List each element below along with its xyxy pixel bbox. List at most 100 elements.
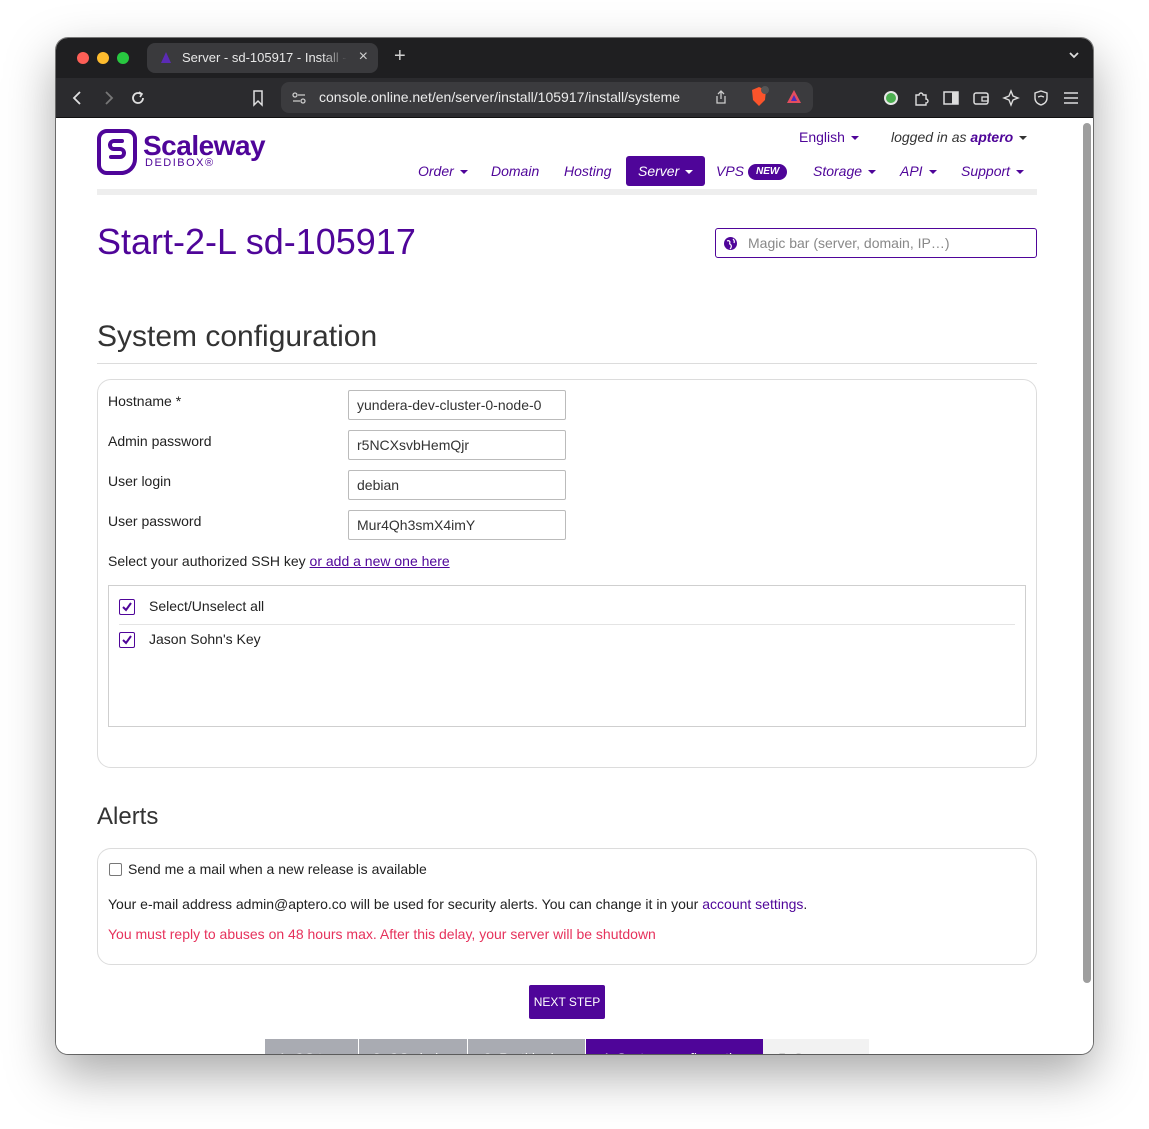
security-email-suffix: . <box>803 896 808 912</box>
new-tab-button[interactable]: + <box>394 45 406 68</box>
nav-support[interactable]: Support <box>961 156 1025 186</box>
share-icon[interactable] <box>713 89 729 105</box>
alerts-panel: Send me a mail when a new release is ava… <box>97 848 1037 965</box>
user-password-label: User password <box>108 513 202 529</box>
menu-icon[interactable] <box>1061 88 1081 108</box>
back-icon[interactable] <box>68 88 88 108</box>
language-label: English <box>799 129 845 145</box>
nav-server[interactable]: Server <box>626 156 706 186</box>
scrollbar[interactable] <box>1083 123 1091 983</box>
browser-toolbar: console.online.net/en/server/install/105… <box>56 78 1093 118</box>
chevron-down-icon[interactable] <box>1067 48 1081 62</box>
nav-order[interactable]: Order <box>418 156 468 186</box>
ssh-key-name: Jason Sohn's Key <box>149 631 261 647</box>
caret-down-icon <box>459 170 468 175</box>
ssh-key-list: Select/Unselect all Jason Sohn's Key <box>108 585 1026 727</box>
browser-window: Server - sd-105917 - Install - Online.ne… <box>56 38 1093 1054</box>
section-divider <box>97 363 1037 364</box>
ssh-key-text: Select your authorized SSH key <box>108 553 306 569</box>
favicon-icon <box>161 52 171 63</box>
minimize-window-button[interactable] <box>97 52 109 64</box>
admin-password-label: Admin password <box>108 433 212 449</box>
tab-close-icon[interactable]: × <box>359 48 368 66</box>
step-partitioning[interactable]: 3. Partitioning <box>468 1039 585 1054</box>
account-settings-link[interactable]: account settings <box>702 896 803 912</box>
tab-title: Server - sd-105917 - Install - Online.ne… <box>182 50 347 65</box>
add-ssh-key-link[interactable]: or add a new one here <box>310 553 450 569</box>
next-step-button[interactable]: NEXT STEP <box>529 985 605 1019</box>
extension-green-icon[interactable] <box>881 88 901 108</box>
abuse-warning: You must reply to abuses on 48 hours max… <box>108 926 656 942</box>
new-badge: NEW <box>748 164 788 181</box>
key-list-divider <box>119 624 1015 625</box>
page-content: Scaleway DEDIBOX® English logged in as a… <box>56 119 1093 1054</box>
magic-bar-input[interactable]: Magic bar (server, domain, IP…) <box>715 228 1037 258</box>
brave-shields-icon[interactable] <box>749 86 769 108</box>
step-os-choice[interactable]: 2. OS choice <box>359 1039 467 1054</box>
checkmark-icon <box>122 635 132 645</box>
account-menu[interactable]: logged in as aptero <box>891 129 1028 145</box>
sidebar-icon[interactable] <box>941 88 961 108</box>
caret-down-icon <box>1016 170 1025 175</box>
logo-subtitle: DEDIBOX® <box>145 157 215 169</box>
nav-order-label: Order <box>418 163 454 179</box>
header-divider <box>97 189 1037 195</box>
admin-password-field[interactable]: r5NCXsvbHemQjr <box>348 430 566 460</box>
url-text: console.online.net/en/server/install/105… <box>319 89 681 105</box>
language-selector[interactable]: English <box>799 129 859 145</box>
forward-icon[interactable] <box>98 88 118 108</box>
caret-down-icon <box>850 136 859 141</box>
extensions-puzzle-icon[interactable] <box>911 88 931 108</box>
ssh-key-checkbox[interactable] <box>119 632 135 648</box>
caret-down-icon <box>868 170 877 175</box>
user-login-field[interactable]: debian <box>348 470 566 500</box>
wallet-icon[interactable] <box>971 88 991 108</box>
nav-storage-label: Storage <box>813 163 863 179</box>
security-email-notice: Your e-mail address admin@aptero.co will… <box>108 896 807 912</box>
maximize-window-button[interactable] <box>117 52 129 64</box>
ssh-key-instructions: Select your authorized SSH key or add a … <box>108 553 450 569</box>
bookmark-icon[interactable] <box>248 88 268 108</box>
nav-hosting[interactable]: Hosting <box>564 156 611 186</box>
close-window-button[interactable] <box>77 52 89 64</box>
logged-in-prefix: logged in as <box>891 129 967 145</box>
nav-support-label: Support <box>961 163 1011 179</box>
nav-vps-label: VPS <box>716 163 745 179</box>
select-all-checkbox[interactable] <box>119 599 135 615</box>
checkmark-icon <box>122 602 132 612</box>
release-mail-checkbox[interactable] <box>109 863 122 876</box>
caret-down-icon <box>1019 136 1028 141</box>
tab-bar: Server - sd-105917 - Install - Online.ne… <box>56 38 1093 78</box>
user-login-label: User login <box>108 473 172 489</box>
nav-vps[interactable]: VPS NEW <box>716 156 788 186</box>
user-password-field[interactable]: Mur4Qh3smX4imY <box>348 510 566 540</box>
caret-down-icon <box>685 170 694 175</box>
caret-down-icon <box>928 170 937 175</box>
section-title-alerts: Alerts <box>97 803 159 830</box>
reload-icon[interactable] <box>128 88 148 108</box>
hostname-label: Hostname * <box>108 393 182 409</box>
step-os-type[interactable]: 1. OS type <box>265 1039 358 1054</box>
release-mail-label: Send me a mail when a new release is ava… <box>128 861 427 877</box>
leo-ai-icon[interactable] <box>1001 88 1021 108</box>
nav-storage[interactable]: Storage <box>813 156 877 186</box>
select-all-label: Select/Unselect all <box>149 598 265 614</box>
step-summary: 5. Summary <box>763 1039 869 1054</box>
nav-hosting-label: Hosting <box>564 163 612 179</box>
hostname-field[interactable]: yundera-dev-cluster-0-node-0 <box>348 390 566 420</box>
nav-domain[interactable]: Domain <box>491 156 539 186</box>
magic-bar-placeholder: Magic bar (server, domain, IP…) <box>748 235 950 251</box>
brave-rewards-icon[interactable] <box>785 88 803 106</box>
security-email-text: Your e-mail address admin@aptero.co will… <box>108 896 699 912</box>
nav-domain-label: Domain <box>491 163 540 179</box>
address-bar[interactable]: console.online.net/en/server/install/105… <box>281 82 813 113</box>
site-settings-icon[interactable] <box>291 90 307 106</box>
step-system-configuration[interactable]: 4. System configuration <box>586 1039 763 1054</box>
vpn-shield-icon[interactable] <box>1031 88 1051 108</box>
username: aptero <box>970 129 1014 145</box>
scaleway-logo-icon <box>97 129 137 175</box>
page-title: Start-2-L sd-105917 <box>97 221 416 262</box>
browser-tab[interactable]: Server - sd-105917 - Install - Online.ne… <box>147 43 378 73</box>
nav-api[interactable]: API <box>900 156 937 186</box>
globe-icon <box>724 237 737 250</box>
